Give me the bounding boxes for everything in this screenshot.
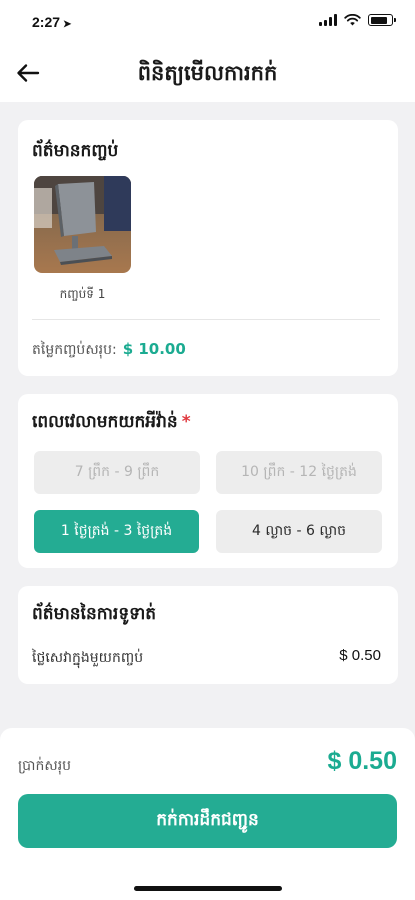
package-thumbnail[interactable] bbox=[34, 176, 131, 273]
package-total-amount: $ 10.00 bbox=[122, 340, 186, 358]
book-delivery-button-label: កក់ការដឹកជញ្ជូន bbox=[156, 809, 259, 830]
time-slot-label: 10 ព្រឹក - 12 ថ្ងៃត្រង់ bbox=[241, 464, 357, 480]
status-time: 2:27 ➤ bbox=[32, 14, 71, 30]
package-label: កញ្ចប់ទី 1 bbox=[59, 287, 106, 301]
home-indicator bbox=[134, 886, 282, 891]
location-arrow-icon: ➤ bbox=[63, 19, 72, 30]
time-slot-7am-9am[interactable]: 7 ព្រឹក - 9 ព្រឹក bbox=[34, 451, 200, 494]
pickup-time-title: ពេលវេលាមកយកអីវ៉ាន់ * bbox=[32, 411, 191, 436]
package-total-row: តម្លៃកញ្ចប់សរុប: $ 10.00 bbox=[32, 340, 186, 361]
cellular-signal-icon bbox=[319, 14, 337, 26]
package-info-card: ព័ត៌មានកញ្ចប់ កញ្ចប់ទី 1 តម្លៃកញ្ចប់សរុប… bbox=[18, 120, 398, 376]
time-slot-10am-12pm[interactable]: 10 ព្រឹក - 12 ថ្ងៃត្រង់ bbox=[216, 451, 382, 494]
service-fee-value: $ 0.50 bbox=[339, 647, 381, 664]
checkout-panel: ប្រាក់សរុប $ 0.50 កក់ការដឹកជញ្ជូន bbox=[0, 728, 415, 900]
required-mark: * bbox=[181, 412, 191, 432]
payment-info-title: ព័ត៌មាននៃការទូទាត់ bbox=[32, 604, 157, 624]
package-total-label: តម្លៃកញ្ចប់សរុប: bbox=[32, 342, 117, 358]
package-info-title: ព័ត៌មានកញ្ចប់ bbox=[32, 141, 119, 161]
status-bar: 2:27 ➤ bbox=[0, 0, 415, 44]
payment-info-card: ព័ត៌មាននៃការទូទាត់ ថ្លៃសេវាក្នុងមួយកញ្ចប… bbox=[18, 586, 398, 684]
battery-fill bbox=[370, 16, 387, 24]
status-time-text: 2:27 bbox=[32, 14, 61, 30]
grand-total-amount: $ 0.50 bbox=[327, 747, 397, 775]
book-delivery-button[interactable]: កក់ការដឹកជញ្ជូន bbox=[18, 794, 397, 848]
page-title: ពិនិត្យមើលការកក់ bbox=[137, 61, 278, 85]
divider bbox=[32, 319, 380, 320]
time-slot-label: 7 ព្រឹក - 9 ព្រឹក bbox=[74, 464, 160, 480]
pickup-time-title-text: ពេលវេលាមកយកអីវ៉ាន់ bbox=[32, 412, 178, 432]
grand-total-label: ប្រាក់សរុប bbox=[18, 758, 72, 774]
battery-icon bbox=[368, 14, 396, 26]
status-icons bbox=[319, 14, 396, 26]
top-app-bar: ពិនិត្យមើលការកក់ bbox=[0, 44, 415, 102]
service-fee-label: ថ្លៃសេវាក្នុងមួយកញ្ចប់ bbox=[32, 650, 144, 666]
wifi-icon bbox=[344, 14, 361, 26]
pickup-time-card: ពេលវេលាមកយកអីវ៉ាន់ * 7 ព្រឹក - 9 ព្រឹក 10… bbox=[18, 394, 398, 568]
time-slot-1pm-3pm[interactable]: 1 ថ្ងៃត្រង់ - 3 ថ្ងៃត្រង់ bbox=[34, 510, 199, 553]
time-slot-4pm-6pm[interactable]: 4 ល្ងាច - 6 ល្ងាច bbox=[216, 510, 382, 553]
time-slot-label: 1 ថ្ងៃត្រង់ - 3 ថ្ងៃត្រង់ bbox=[60, 523, 173, 539]
laptop-stand-photo bbox=[34, 176, 131, 273]
time-slot-label: 4 ល្ងាច - 6 ល្ងាច bbox=[252, 523, 346, 539]
